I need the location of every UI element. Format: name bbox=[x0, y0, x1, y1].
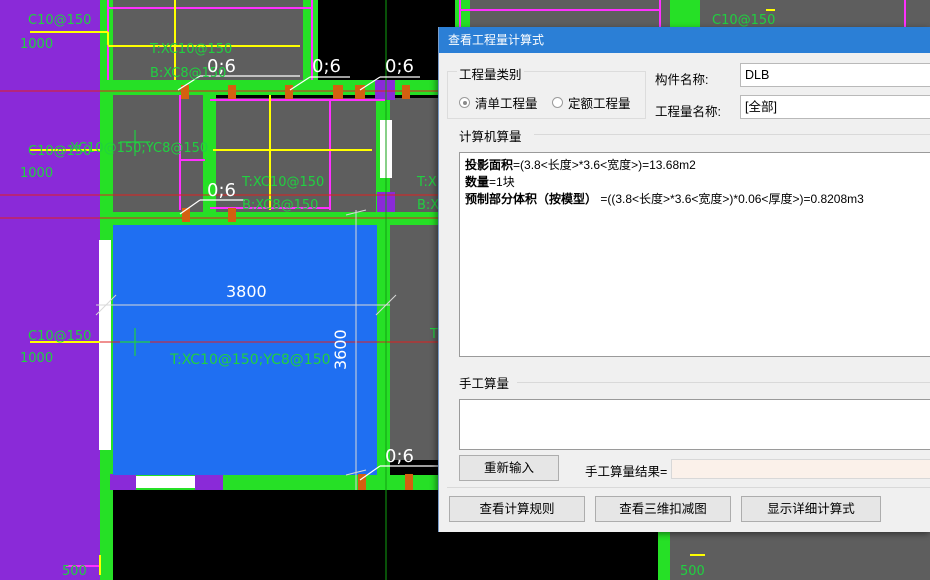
radio-unchecked-icon bbox=[552, 97, 563, 108]
left-rebar-value-1: 1000 bbox=[20, 37, 53, 52]
rebar-label-top: T:XC10@150 bbox=[149, 42, 232, 57]
purple-block bbox=[195, 474, 223, 490]
manual-result-label: 手工算量结果= bbox=[585, 465, 668, 479]
top-right-rebar-label: C10@150 bbox=[712, 13, 775, 28]
bottom-right-value: 500 bbox=[680, 564, 705, 579]
left-rebar-value-2: 1000 bbox=[20, 166, 53, 181]
radio-quota-label: 定额工程量 bbox=[568, 97, 631, 111]
quantity-name-field[interactable]: [全部] bbox=[740, 95, 930, 119]
reenter-button[interactable]: 重新输入 bbox=[459, 455, 559, 481]
radio-bill-quantity[interactable]: 清单工程量 bbox=[459, 93, 538, 112]
formula-line: 数量=1块 bbox=[465, 175, 515, 189]
formula-textarea[interactable]: 投影面积=(3.8<长度>*3.6<宽度>)=13.68m2 数量=1块 预制部… bbox=[459, 152, 930, 357]
purple-block bbox=[375, 80, 395, 100]
manual-calc-legend: 手工算量 bbox=[457, 373, 512, 392]
component-name-field[interactable]: DLB bbox=[740, 63, 930, 87]
computer-calc-legend: 计算机算量 bbox=[457, 126, 524, 145]
separator bbox=[534, 134, 930, 135]
show-detail-formula-button[interactable]: 显示详细计算式 bbox=[741, 496, 881, 522]
mid-left-rebar-label: XC10@150;YC8@150 bbox=[70, 141, 208, 156]
gray-panel bbox=[470, 0, 670, 30]
rebar-label-top-mid: T:XC10@150 bbox=[241, 175, 324, 190]
left-rebar-value-3: 1000 bbox=[20, 351, 53, 366]
rebar-label-top-right: T:X bbox=[416, 175, 437, 190]
white-strip bbox=[136, 476, 196, 488]
mark-06: 0;6 bbox=[207, 56, 236, 77]
dialog-title[interactable]: 查看工程量计算式 bbox=[439, 27, 930, 53]
mark-06: 0;6 bbox=[385, 446, 414, 467]
mark-06: 0;6 bbox=[207, 180, 236, 201]
bottom-left-value: 500 bbox=[62, 564, 87, 579]
mark-06: 0;6 bbox=[385, 56, 414, 77]
mark-06: 0;6 bbox=[312, 56, 341, 77]
formula-line: 投影面积=(3.8<长度>*3.6<宽度>)=13.68m2 bbox=[465, 158, 696, 172]
dimension-width-label: 3800 bbox=[226, 282, 267, 301]
purple-block bbox=[110, 474, 136, 490]
view-rules-button[interactable]: 查看计算规则 bbox=[449, 496, 585, 522]
component-name-label: 构件名称: bbox=[655, 73, 709, 87]
white-strip bbox=[99, 240, 111, 450]
quantity-formula-dialog: 查看工程量计算式 工程量类别 清单工程量 定额工程量 构件名称: DLB 工程量… bbox=[438, 27, 930, 532]
category-legend: 工程量类别 bbox=[457, 64, 524, 83]
separator bbox=[447, 487, 930, 488]
rebar-label-bottom-mid: B:XC8@150 bbox=[242, 198, 318, 213]
green-wall bbox=[670, 0, 700, 30]
view-3d-deduction-button[interactable]: 查看三维扣减图 bbox=[595, 496, 731, 522]
green-wall bbox=[658, 530, 670, 580]
manual-calc-textarea[interactable] bbox=[459, 399, 930, 450]
left-rebar-label-3: C10@150 bbox=[28, 329, 91, 344]
green-wall bbox=[455, 0, 470, 30]
gray-panel bbox=[390, 98, 440, 213]
manual-result-field[interactable] bbox=[671, 459, 930, 479]
radio-quota-quantity[interactable]: 定额工程量 bbox=[552, 93, 631, 112]
dimension-height-label: 3600 bbox=[331, 329, 350, 370]
formula-line: 预制部分体积（按模型） =((3.8<长度>*3.6<宽度>)*0.06<厚度>… bbox=[465, 192, 864, 206]
left-rebar-label-1: C10@150 bbox=[28, 13, 91, 28]
slab-rebar-label: T:XC10@150;YC8@150 bbox=[169, 352, 331, 368]
radio-checked-icon bbox=[459, 97, 470, 108]
separator bbox=[517, 382, 930, 383]
quantity-name-label: 工程量名称: bbox=[655, 105, 721, 119]
green-wall bbox=[203, 95, 216, 220]
gray-panel bbox=[216, 98, 376, 213]
right-partial-label: T bbox=[429, 327, 438, 342]
rebar-label-bottom-right: B:X bbox=[417, 198, 439, 213]
radio-bill-label: 清单工程量 bbox=[475, 97, 538, 111]
